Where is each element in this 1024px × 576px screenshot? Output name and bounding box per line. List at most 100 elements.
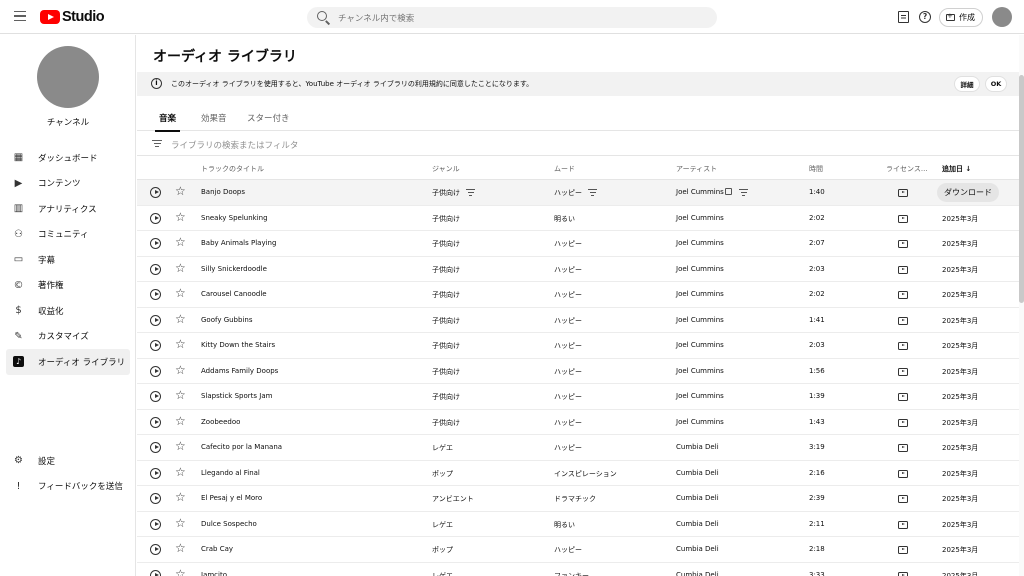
play-icon[interactable] xyxy=(150,569,161,576)
comment-icon[interactable] xyxy=(898,11,909,23)
help-icon[interactable]: ? xyxy=(919,11,931,23)
tab-sound-effects[interactable]: 効果音 xyxy=(201,112,227,130)
play-icon[interactable] xyxy=(150,416,161,428)
star-icon[interactable]: ☆ xyxy=(175,338,186,350)
table-row[interactable]: ☆ Sneaky Spelunking 子供向け 明るい Joel Cummins 2:0… xyxy=(137,206,1019,231)
column-added-date[interactable]: 追加日 ↓ xyxy=(942,164,971,174)
star-icon[interactable]: ☆ xyxy=(175,389,186,401)
star-icon[interactable]: ☆ xyxy=(175,287,186,299)
license-icon[interactable] xyxy=(898,367,908,376)
play-icon[interactable] xyxy=(150,365,161,377)
table-row[interactable]: ☆ Cafecito por la Manana レゲエ ハッピー Cumbia Del… xyxy=(137,435,1019,461)
column-mood[interactable]: ムード xyxy=(554,164,575,174)
column-title[interactable]: トラックのタイトル xyxy=(201,164,264,174)
table-row[interactable]: ☆ Jamcito レゲエ ファンキー Cumbia Deli 3:33 2025年3月 xyxy=(137,563,1019,576)
play-icon[interactable] xyxy=(150,212,161,224)
table-row[interactable]: ☆ Kitty Down the Stairs 子供向け ハッピー Joel Cummi… xyxy=(137,333,1019,359)
tab-music[interactable]: 音楽 xyxy=(155,112,181,132)
star-icon[interactable]: ☆ xyxy=(175,262,186,274)
star-icon[interactable]: ☆ xyxy=(175,185,186,197)
play-icon[interactable] xyxy=(150,314,161,326)
play-icon[interactable] xyxy=(150,493,161,504)
studio-logo[interactable]: Studio xyxy=(40,9,105,25)
play-icon[interactable] xyxy=(150,544,161,555)
star-icon[interactable]: ☆ xyxy=(175,491,186,503)
play-icon[interactable] xyxy=(150,467,161,479)
scroll-thumb[interactable] xyxy=(1019,75,1024,303)
sidebar-item-customize[interactable]: ✎ カスタマイズ xyxy=(6,324,130,350)
license-icon[interactable] xyxy=(898,495,908,503)
star-icon[interactable]: ☆ xyxy=(175,236,186,248)
banner-ok-button[interactable]: OK xyxy=(985,76,1007,92)
star-icon[interactable]: ☆ xyxy=(175,568,186,576)
star-icon[interactable]: ☆ xyxy=(175,313,186,325)
license-icon[interactable] xyxy=(898,444,908,452)
table-row[interactable]: ☆ Carousel Canoodle 子供向け ハッピー Joel Cummins 2:… xyxy=(137,282,1019,308)
sidebar-item-community[interactable]: ⚇ コミュニティ xyxy=(6,222,130,248)
license-icon[interactable] xyxy=(898,316,908,325)
play-icon[interactable] xyxy=(150,340,161,351)
scrollbar[interactable] xyxy=(1019,35,1024,576)
star-icon[interactable]: ☆ xyxy=(175,415,186,427)
table-row[interactable]: ☆ Dulce Sospecho レゲエ 明るい Cumbia Deli 2:11 2025… xyxy=(137,512,1019,537)
license-icon[interactable] xyxy=(898,469,908,478)
sidebar-item-content[interactable]: ▶ コンテンツ xyxy=(6,171,130,197)
sidebar-item-settings[interactable]: ⚙ 設定 xyxy=(6,448,130,474)
filter-bar[interactable]: ライブラリの検索またはフィルタ xyxy=(137,131,1019,156)
table-row[interactable]: ☆ El Pesaj y el Moro アンビエント ドラマチック Cumbia De… xyxy=(137,486,1019,512)
star-icon[interactable]: ☆ xyxy=(175,364,186,376)
search-bar[interactable]: チャンネル内で検索 xyxy=(307,7,717,28)
play-icon[interactable] xyxy=(150,391,161,402)
play-icon[interactable] xyxy=(150,238,161,249)
sidebar-item-monetization[interactable]: $ 収益化 xyxy=(6,298,130,324)
column-duration[interactable]: 時間 xyxy=(809,164,823,174)
table-row[interactable]: ☆ Crab Cay ポップ ハッピー Cumbia Deli 2:18 2025年3月 xyxy=(137,537,1019,563)
filter-icon[interactable] xyxy=(152,140,162,150)
license-icon[interactable] xyxy=(898,291,908,299)
table-row[interactable]: ☆ Goofy Gubbins 子供向け ハッピー Joel Cummins 1:41 20… xyxy=(137,308,1019,333)
license-icon[interactable] xyxy=(898,520,908,529)
table-row[interactable]: ☆ Addams Family Doops 子供向け ハッピー Joel Cummins… xyxy=(137,359,1019,384)
star-icon[interactable]: ☆ xyxy=(175,542,186,554)
sidebar-item-dashboard[interactable]: ▦ ダッシュボード xyxy=(6,145,130,171)
license-icon[interactable] xyxy=(898,418,908,427)
table-row[interactable]: ☆ Banjo Doops 子供向け ハッピー Joel Cummins 1:40 ダウンロ… xyxy=(137,180,1019,206)
tab-starred[interactable]: スター付き xyxy=(247,112,290,130)
search-input[interactable]: チャンネル内で検索 xyxy=(338,12,414,24)
filter-input[interactable]: ライブラリの検索またはフィルタ xyxy=(171,139,298,151)
filter-by-value-icon[interactable] xyxy=(466,189,475,198)
channel-avatar[interactable] xyxy=(37,46,99,108)
sidebar-item-subtitles[interactable]: ▭ 字幕 xyxy=(6,247,130,273)
sidebar-item-analytics[interactable]: ▥ アナリティクス xyxy=(6,196,130,222)
license-icon[interactable] xyxy=(898,189,908,197)
license-icon[interactable] xyxy=(898,240,908,248)
table-row[interactable]: ☆ Zoobeedoo 子供向け ハッピー Joel Cummins 1:43 2025年3… xyxy=(137,410,1019,435)
play-icon[interactable] xyxy=(150,187,161,198)
license-icon[interactable] xyxy=(898,571,908,576)
license-icon[interactable] xyxy=(898,214,908,223)
table-row[interactable]: ☆ Llegando al Final ポップ インスピレーション Cumbia Del… xyxy=(137,461,1019,486)
column-genre[interactable]: ジャンル xyxy=(432,164,460,174)
column-artist[interactable]: アーティスト xyxy=(676,164,717,174)
play-icon[interactable] xyxy=(150,289,161,300)
sidebar-item-audio-library[interactable]: ♪ オーディオ ライブラリ xyxy=(6,349,130,375)
banner-detail-button[interactable]: 詳細 xyxy=(954,76,980,92)
sidebar-item-copyright[interactable]: © 著作権 xyxy=(6,273,130,299)
star-icon[interactable]: ☆ xyxy=(175,440,186,452)
star-icon[interactable]: ☆ xyxy=(175,466,186,478)
table-row[interactable]: ☆ Slapstick Sports Jam 子供向け ハッピー Joel Cummin… xyxy=(137,384,1019,410)
filter-by-value-icon[interactable] xyxy=(739,189,748,198)
table-row[interactable]: ☆ Baby Animals Playing 子供向け ハッピー Joel Cummin… xyxy=(137,231,1019,257)
license-icon[interactable] xyxy=(898,342,908,350)
license-icon[interactable] xyxy=(898,393,908,401)
license-icon[interactable] xyxy=(898,546,908,554)
sidebar-item-feedback[interactable]: ! フィードバックを送信 xyxy=(6,474,130,500)
create-button[interactable]: 作成 xyxy=(939,8,983,27)
play-icon[interactable] xyxy=(150,263,161,275)
menu-icon[interactable] xyxy=(14,11,26,21)
table-row[interactable]: ☆ Silly Snickerdoodle 子供向け ハッピー Joel Cummins… xyxy=(137,257,1019,282)
star-icon[interactable]: ☆ xyxy=(175,211,186,223)
account-avatar[interactable] xyxy=(992,7,1012,27)
download-button[interactable]: ダウンロード xyxy=(937,183,999,202)
play-icon[interactable] xyxy=(150,442,161,453)
